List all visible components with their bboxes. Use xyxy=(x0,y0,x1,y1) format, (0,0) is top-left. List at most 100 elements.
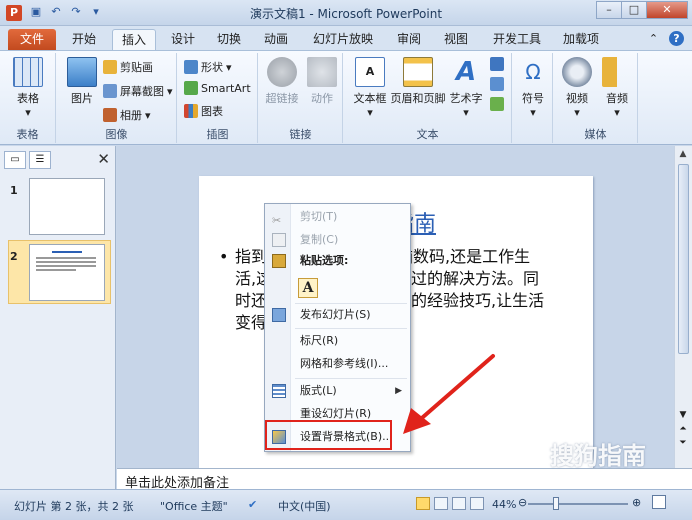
zoom-level[interactable]: 44% xyxy=(492,498,516,511)
reading-view-button[interactable] xyxy=(452,497,466,510)
theme-status[interactable]: "Office 主题" xyxy=(160,498,228,514)
paste-keep-text-only-button[interactable]: A xyxy=(298,278,318,298)
sogou-logo-icon xyxy=(520,438,548,466)
tab-insert[interactable]: 插入 xyxy=(112,29,156,50)
symbol-icon: Ω xyxy=(525,60,541,84)
chart-icon xyxy=(184,104,198,118)
context-menu: ✂ 剪切(T) 复制(C) 粘贴选项: A 发布幻灯片(S) 标尺(R) 网格和参… xyxy=(264,203,411,452)
group-label-media: 媒体 xyxy=(584,128,607,141)
previous-slide-icon[interactable]: ⏶ xyxy=(675,422,691,436)
group-images: 图片 剪贴画 屏幕截图 ▾ 相册 ▾ 图像 xyxy=(57,53,177,143)
shapes-icon xyxy=(184,60,198,74)
hyperlink-icon xyxy=(267,57,297,87)
collapse-ribbon-icon[interactable]: ⌃ xyxy=(646,31,661,46)
zoom-in-icon[interactable]: ⊕ xyxy=(632,496,641,509)
window-controls: – □ ✕ xyxy=(596,1,688,19)
action-button[interactable]: 动作 xyxy=(299,57,345,106)
clipart-icon xyxy=(103,60,117,74)
watermark-text: 搜狗指南 xyxy=(550,442,646,470)
tab-slideshow[interactable]: 幻灯片放映 xyxy=(305,29,381,50)
outline-tab[interactable]: ☰ xyxy=(29,151,51,169)
slide-number-button[interactable] xyxy=(490,57,504,71)
smartart-icon xyxy=(184,81,198,95)
minimize-button[interactable]: – xyxy=(596,1,622,19)
clipart-button[interactable]: 剪贴画 xyxy=(103,59,153,75)
slide-sorter-view-button[interactable] xyxy=(434,497,448,510)
fit-to-window-icon[interactable] xyxy=(652,495,666,509)
chart-button[interactable]: 图表 xyxy=(184,103,223,119)
ribbon-tabs: 文件 开始 插入 设计 切换 动画 幻灯片放映 审阅 视图 开发工具 加载项 ⌃… xyxy=(0,26,692,50)
scrollbar-thumb[interactable] xyxy=(678,164,689,354)
help-icon[interactable]: ? xyxy=(669,31,684,46)
highlight-box xyxy=(265,420,392,450)
normal-view-button[interactable] xyxy=(416,497,430,510)
date-time-button[interactable] xyxy=(490,77,504,91)
zoom-slider[interactable] xyxy=(528,503,628,505)
annotation-arrow-icon xyxy=(403,354,495,434)
pane-tabs: ▭ ☰ ✕ xyxy=(4,150,112,170)
group-illustrations: 形状 ▾ SmartArt 图表 插图 xyxy=(178,53,258,143)
screenshot-button[interactable]: 屏幕截图 ▾ xyxy=(103,83,173,99)
menu-separator xyxy=(295,328,407,329)
textbox-icon: A xyxy=(355,57,385,87)
menu-item-layout[interactable]: 版式(L) ▶ xyxy=(265,380,410,402)
tab-home[interactable]: 开始 xyxy=(64,29,104,50)
maximize-button[interactable]: □ xyxy=(621,1,647,19)
shapes-button[interactable]: 形状 ▾ xyxy=(184,59,232,75)
photo-album-button[interactable]: 相册 ▾ xyxy=(103,107,151,123)
tab-transitions[interactable]: 切换 xyxy=(210,29,248,50)
header-footer-icon xyxy=(403,57,433,87)
menu-item-cut[interactable]: ✂ 剪切(T) xyxy=(265,206,410,228)
slideshow-view-button[interactable] xyxy=(470,497,484,510)
spellcheck-icon[interactable]: ✔ xyxy=(248,498,257,511)
tab-animations[interactable]: 动画 xyxy=(256,29,296,50)
tab-file[interactable]: 文件 xyxy=(8,29,56,50)
symbol-button[interactable]: Ω 符号 ▾ xyxy=(510,57,556,119)
picture-button[interactable]: 图片 xyxy=(59,57,105,106)
object-button[interactable] xyxy=(490,97,504,111)
group-tables: 表格 ▾ 表格 xyxy=(0,53,56,143)
table-button[interactable]: 表格 ▾ xyxy=(5,57,51,119)
slide-thumbnail-2[interactable] xyxy=(29,244,105,301)
slide-count-status: 幻灯片 第 2 张，共 2 张 xyxy=(14,500,134,513)
menu-item-copy[interactable]: 复制(C) xyxy=(265,229,410,251)
thumb-number: 2 xyxy=(10,250,18,263)
menu-item-ruler[interactable]: 标尺(R) xyxy=(265,330,410,352)
editor-scrollbar[interactable]: ▲ ▼ ⏶ ⏷ xyxy=(674,146,692,468)
menu-item-publish-slides[interactable]: 发布幻灯片(S) xyxy=(265,304,410,326)
audio-button[interactable]: 音频 ▾ xyxy=(594,57,640,119)
help-area: ⌃ ? xyxy=(646,31,684,46)
group-media: 视频 ▾ 音频 ▾ 媒体 xyxy=(554,53,638,143)
slides-tab[interactable]: ▭ xyxy=(4,151,26,169)
tab-addins[interactable]: 加载项 xyxy=(556,29,606,50)
menu-separator xyxy=(295,378,407,379)
group-label-tables: 表格 xyxy=(16,128,39,141)
watermark: 搜狗指南 zhinan.sogou.com xyxy=(520,436,680,486)
picture-icon xyxy=(67,57,97,87)
zoom-out-icon[interactable]: ⊖ xyxy=(518,496,527,509)
ribbon: 表格 ▾ 表格 图片 剪贴画 屏幕截图 ▾ 相册 ▾ 图像 形状 ▾ SmartArt … xyxy=(0,50,692,145)
menu-item-grid-guides[interactable]: 网格和参考线(I)... xyxy=(265,353,410,375)
smartart-button[interactable]: SmartArt xyxy=(184,81,251,95)
menu-paste-options-header: 粘贴选项: xyxy=(265,250,410,272)
language-status[interactable]: 中文(中国) xyxy=(278,498,331,514)
wordart-button[interactable]: A 艺术字 ▾ xyxy=(444,57,488,119)
scroll-down-icon[interactable]: ▼ xyxy=(675,408,691,422)
tab-design[interactable]: 设计 xyxy=(164,29,202,50)
textbox-button[interactable]: A 文本框 ▾ xyxy=(346,57,394,119)
window-title: 演示文稿1 - Microsoft PowerPoint xyxy=(249,7,443,21)
slide-thumbnail-1[interactable] xyxy=(29,178,105,235)
tab-review[interactable]: 审阅 xyxy=(390,29,428,50)
tab-developer[interactable]: 开发工具 xyxy=(485,29,549,50)
close-button[interactable]: ✕ xyxy=(646,1,688,19)
scroll-up-icon[interactable]: ▲ xyxy=(675,146,691,162)
thumb-number: 1 xyxy=(10,184,18,197)
zoom-slider-handle[interactable] xyxy=(553,497,559,510)
tab-view[interactable]: 视图 xyxy=(437,29,475,50)
header-footer-button[interactable]: 页眉和页脚 xyxy=(388,57,448,106)
group-label-text: 文本 xyxy=(416,128,439,141)
video-icon xyxy=(562,57,592,87)
object-icon xyxy=(490,97,504,111)
close-pane-icon[interactable]: ✕ xyxy=(97,150,110,168)
screenshot-icon xyxy=(103,84,117,98)
